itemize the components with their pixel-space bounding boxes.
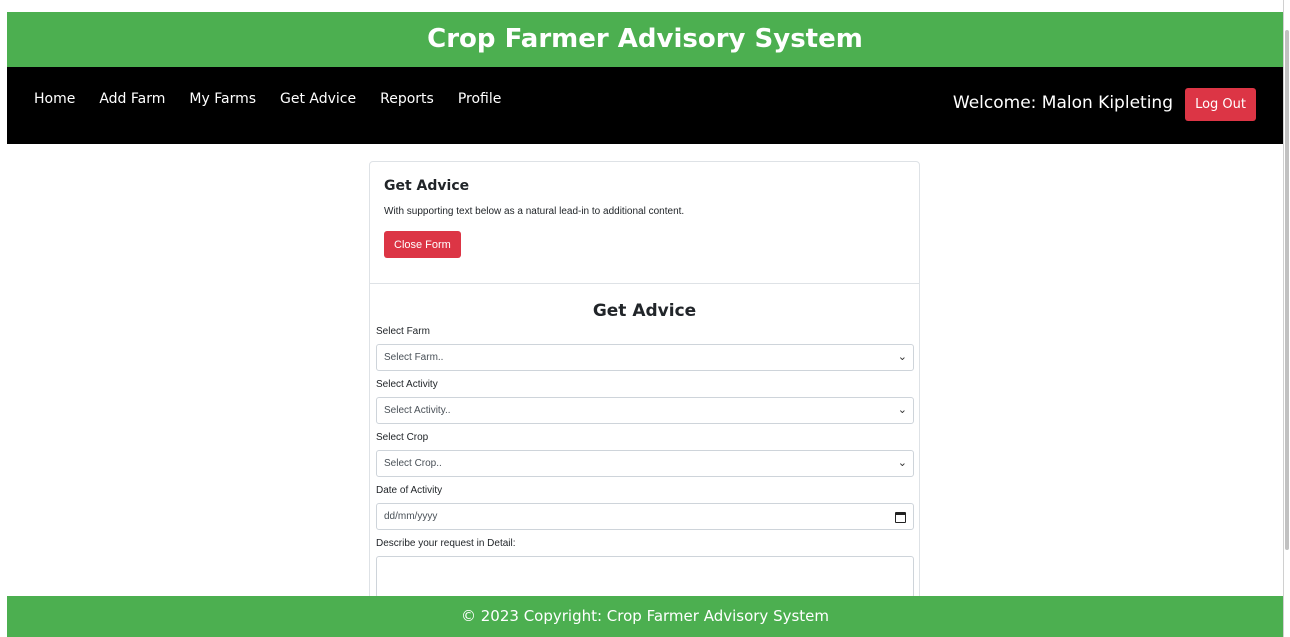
nav-add-farm[interactable]: Add Farm (99, 91, 165, 107)
date-of-activity-label: Date of Activity (376, 485, 443, 496)
date-placeholder: dd/mm/yyyy (384, 511, 438, 522)
card-text: With supporting text below as a natural … (384, 206, 685, 217)
select-farm-label: Select Farm (376, 326, 430, 337)
app-header: Crop Farmer Advisory System (7, 12, 1283, 67)
nav-reports[interactable]: Reports (380, 91, 434, 107)
navbar: Home Add Farm My Farms Get Advice Report… (7, 67, 1283, 144)
select-crop-dropdown[interactable]: Select Crop.. ⌄ (376, 450, 914, 477)
close-form-button[interactable]: Close Form (384, 231, 461, 258)
form-heading: Get Advice (592, 301, 697, 321)
describe-request-label: Describe your request in Detail: (376, 538, 516, 549)
logout-button[interactable]: Log Out (1185, 88, 1256, 121)
date-of-activity-input[interactable]: dd/mm/yyyy (376, 503, 914, 530)
card-header: Get Advice With supporting text below as… (370, 162, 919, 284)
select-crop-label: Select Crop (376, 432, 429, 443)
select-farm-value: Select Farm.. (384, 352, 444, 363)
select-crop-value: Select Crop.. (384, 458, 442, 469)
nav-links: Home Add Farm My Farms Get Advice Report… (34, 91, 525, 107)
welcome-text: Welcome: Malon Kipleting (952, 93, 1173, 113)
advice-card: Get Advice With supporting text below as… (369, 161, 920, 623)
chevron-down-icon: ⌄ (897, 457, 907, 469)
calendar-icon[interactable] (895, 512, 906, 523)
nav-profile[interactable]: Profile (458, 91, 502, 107)
footer-copyright: © 2023 Copyright: Crop Farmer Advisory S… (460, 607, 830, 625)
select-farm-dropdown[interactable]: Select Farm.. ⌄ (376, 344, 914, 371)
nav-home[interactable]: Home (34, 91, 75, 107)
nav-my-farms[interactable]: My Farms (189, 91, 256, 107)
advice-form: Select Farm Select Farm.. ⌄ Select Activ… (370, 325, 919, 598)
chevron-down-icon: ⌄ (897, 351, 907, 363)
select-activity-value: Select Activity.. (384, 405, 451, 416)
nav-get-advice[interactable]: Get Advice (280, 91, 356, 107)
footer: © 2023 Copyright: Crop Farmer Advisory S… (7, 596, 1283, 637)
chevron-down-icon: ⌄ (897, 404, 907, 416)
select-activity-dropdown[interactable]: Select Activity.. ⌄ (376, 397, 914, 424)
app-title: Crop Farmer Advisory System (427, 24, 863, 54)
describe-request-textarea[interactable] (376, 556, 914, 598)
card-title: Get Advice (384, 178, 470, 194)
window-edge (1283, 0, 1284, 637)
scrollbar[interactable] (1285, 30, 1289, 550)
select-activity-label: Select Activity (376, 379, 438, 390)
